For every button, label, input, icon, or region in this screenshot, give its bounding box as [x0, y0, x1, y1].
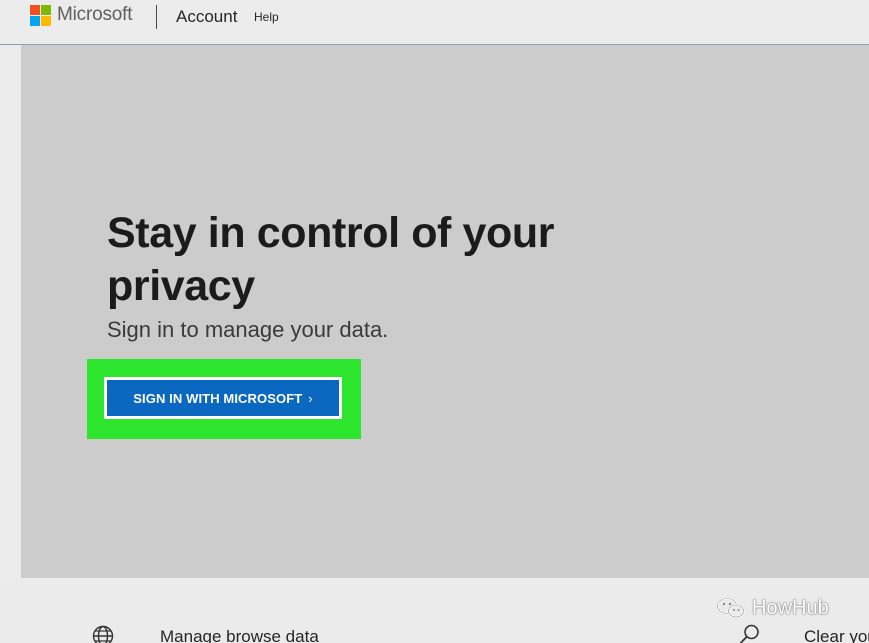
chevron-right-icon: ›: [308, 390, 313, 406]
help-link[interactable]: Help: [254, 10, 279, 24]
bottom-actions: Manage browse data HowHub Clear you: [0, 579, 869, 643]
watermark-text: HowHub: [752, 596, 829, 619]
sign-in-button-label: SIGN IN WITH MICROSOFT: [133, 390, 303, 406]
logo-red-square: [30, 5, 40, 15]
page-subtitle: Sign in to manage your data.: [107, 317, 389, 342]
globe-icon: [92, 625, 114, 643]
manage-browse-data-link[interactable]: Manage browse data: [160, 627, 319, 643]
header-divider: [156, 5, 157, 29]
page: Microsoft Account Help Stay in control o…: [0, 0, 869, 643]
search-icon[interactable]: [739, 623, 761, 643]
watermark: HowHub: [716, 596, 829, 620]
logo-yellow-square: [41, 16, 51, 26]
logo-blue-square: [30, 16, 40, 26]
wechat-icon: [716, 597, 745, 618]
logo-green-square: [41, 5, 51, 15]
privacy-hero: Stay in control of your privacy Sign in …: [21, 45, 869, 578]
account-link[interactable]: Account: [176, 7, 237, 27]
page-title: Stay in control of your privacy: [107, 209, 555, 310]
sign-in-button[interactable]: SIGN IN WITH MICROSOFT ›: [104, 377, 342, 419]
brand-name[interactable]: Microsoft: [57, 4, 132, 26]
microsoft-logo[interactable]: [30, 5, 51, 26]
clear-link[interactable]: Clear you: [804, 627, 869, 643]
site-header: Microsoft Account Help: [0, 0, 869, 45]
